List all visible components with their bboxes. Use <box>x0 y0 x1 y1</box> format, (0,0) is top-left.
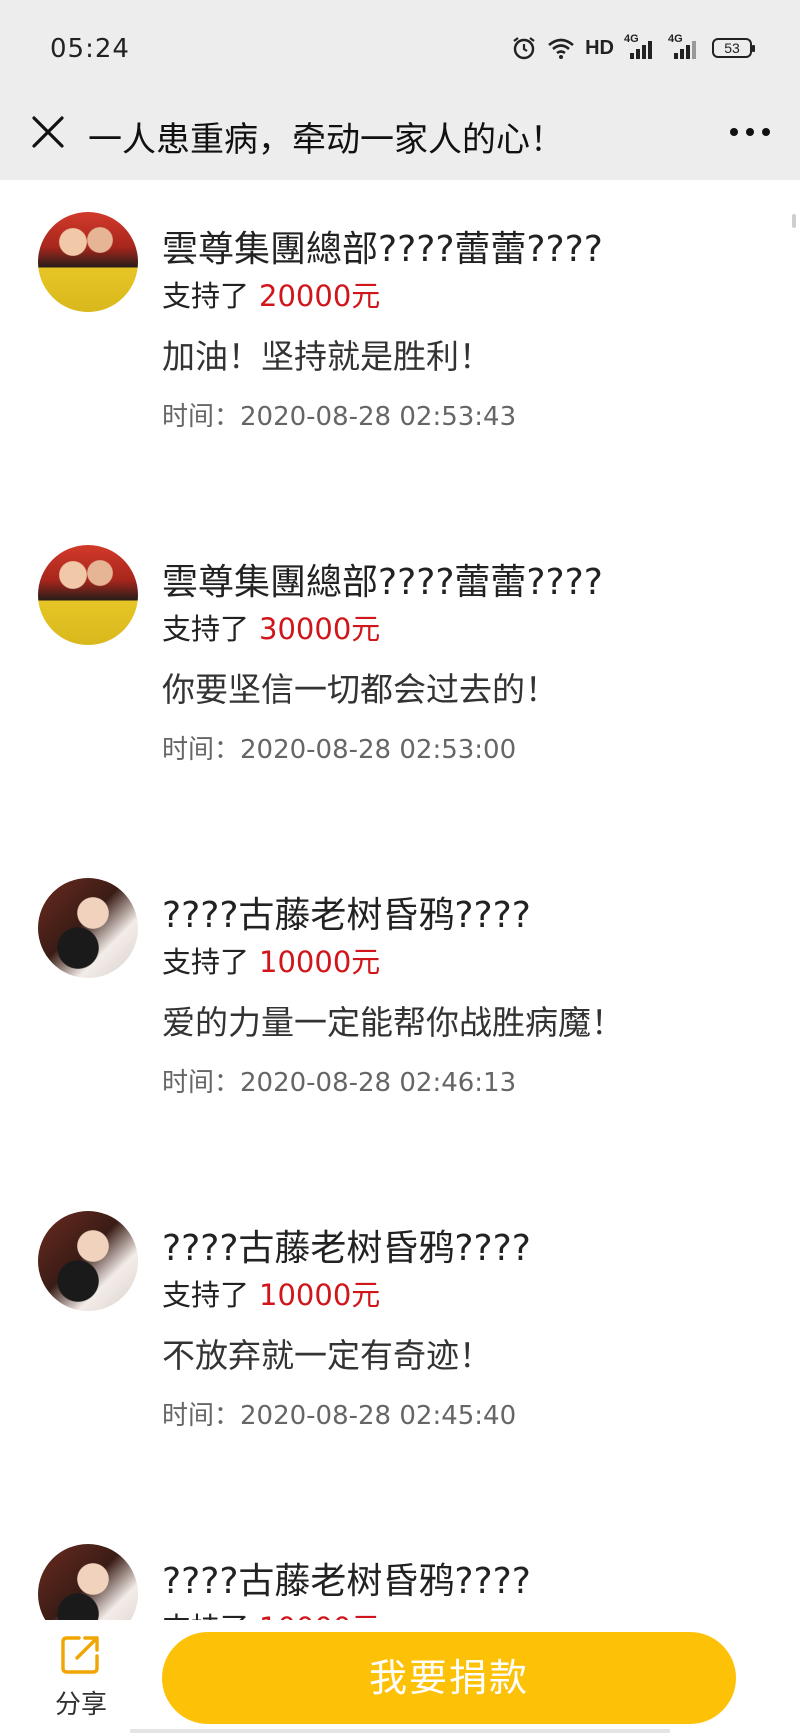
more-button[interactable] <box>722 108 778 156</box>
donor-name: ????古藤老树昏鸦???? <box>162 1561 531 1602</box>
avatar[interactable] <box>38 1211 138 1311</box>
avatar[interactable] <box>38 212 138 312</box>
battery-icon: 53 <box>712 38 755 58</box>
page-title: 一人患重病，牵动一家人的心！ <box>88 120 564 160</box>
donation-feed[interactable]: 雲尊集團總部????蕾蕾???? 支持了 20000元 加油！坚持就是胜利！ 时间… <box>0 180 800 1620</box>
support-line: 支持了 10000元 <box>162 939 380 981</box>
support-line: 支持了 10000元 <box>162 1605 380 1620</box>
list-item: ????古藤老树昏鸦???? 支持了 10000元 爱的力量一定能帮你战胜病魔！ … <box>0 846 800 1146</box>
donation-message: 加油！坚持就是胜利！ <box>162 337 492 376</box>
support-label: 支持了 <box>162 1611 249 1620</box>
donate-button[interactable]: 我要捐款 <box>162 1632 736 1724</box>
close-icon <box>32 116 64 148</box>
avatar[interactable] <box>38 1544 138 1620</box>
donation-time: 时间：2020-08-28 02:53:43 <box>162 402 517 432</box>
donation-amount: 10000元 <box>259 945 381 979</box>
donation-message: 你要坚信一切都会过去的！ <box>162 670 558 709</box>
signal-icon: 4G <box>668 33 702 61</box>
more-icon <box>762 128 770 136</box>
more-icon <box>730 128 738 136</box>
wifi-icon <box>548 38 574 59</box>
donation-time: 时间：2020-08-28 02:46:13 <box>162 1068 517 1098</box>
avatar[interactable] <box>38 878 138 978</box>
donation-amount: 10000元 <box>259 1611 380 1620</box>
donor-name: ????古藤老树昏鸦???? <box>162 895 531 936</box>
more-icon <box>746 128 754 136</box>
bottom-bar: 分享 我要捐款 <box>0 1620 800 1733</box>
donor-name: ????古藤老树昏鸦???? <box>162 1228 531 1269</box>
hd-indicator: HD <box>585 36 614 59</box>
status-bar: 05:24 HD 4G 4G 53 <box>0 0 800 88</box>
share-icon <box>61 1636 99 1674</box>
status-icons: HD 4G 4G 53 <box>511 33 755 62</box>
close-button[interactable] <box>24 108 72 156</box>
list-item: 雲尊集團總部????蕾蕾???? 支持了 30000元 你要坚信一切都会过去的！ … <box>0 513 800 813</box>
donation-message: 爱的力量一定能帮你战胜病魔！ <box>162 1003 624 1042</box>
nav-bar: 一人患重病，牵动一家人的心！ <box>0 88 800 180</box>
support-label: 支持了 <box>162 945 250 979</box>
list-item: ????古藤老树昏鸦???? 支持了 10000元 不放弃就一定有奇迹！ 时间：2… <box>0 1179 800 1479</box>
home-indicator <box>130 1729 670 1733</box>
support-line: 支持了 20000元 <box>162 273 380 315</box>
signal-icon: 4G <box>624 33 658 61</box>
alarm-icon <box>513 37 535 60</box>
support-line: 支持了 10000元 <box>162 1272 380 1314</box>
support-label: 支持了 <box>162 612 250 646</box>
donation-time: 时间：2020-08-28 02:53:00 <box>162 735 517 765</box>
list-item: 雲尊集團總部????蕾蕾???? 支持了 20000元 加油！坚持就是胜利！ 时间… <box>0 180 800 480</box>
donation-amount: 10000元 <box>259 1278 381 1312</box>
support-label: 支持了 <box>162 279 250 313</box>
donation-amount: 30000元 <box>259 612 381 646</box>
support-label: 支持了 <box>162 1278 250 1312</box>
donation-amount: 20000元 <box>259 279 381 313</box>
donation-message: 不放弃就一定有奇迹！ <box>162 1336 492 1375</box>
status-time: 05:24 <box>50 34 130 64</box>
list-item: ????古藤老树昏鸦???? 支持了 10000元 <box>0 1512 800 1620</box>
share-label: 分享 <box>54 1690 107 1720</box>
donor-name: 雲尊集團總部????蕾蕾???? <box>162 562 603 603</box>
avatar[interactable] <box>38 545 138 645</box>
donation-time: 时间：2020-08-28 02:45:40 <box>162 1401 517 1431</box>
donor-name: 雲尊集團總部????蕾蕾???? <box>162 229 603 270</box>
battery-level: 53 <box>724 40 740 56</box>
support-line: 支持了 30000元 <box>162 606 380 648</box>
share-button[interactable]: 分享 <box>40 1630 122 1726</box>
